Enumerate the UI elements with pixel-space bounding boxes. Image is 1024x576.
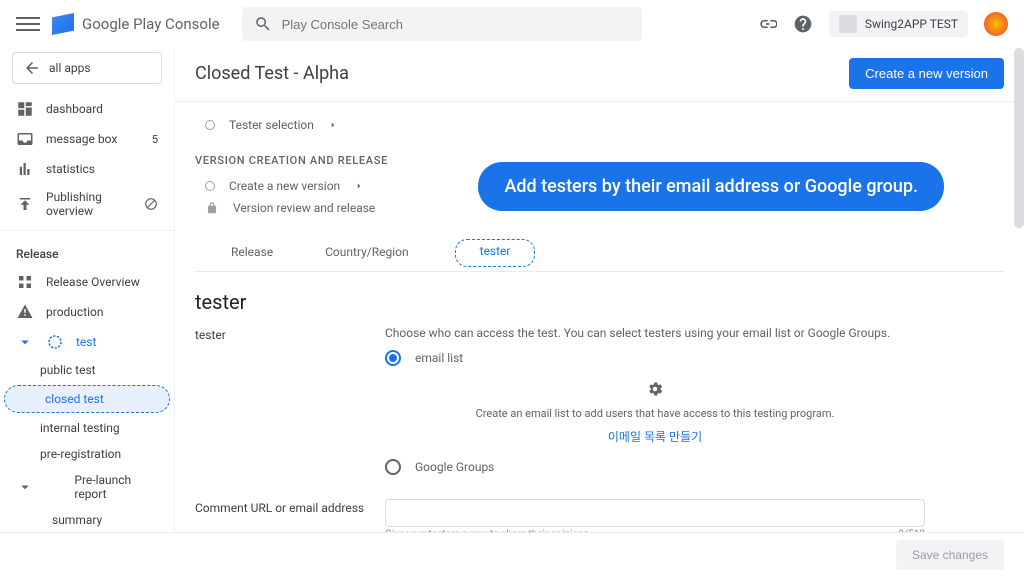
search-icon: [254, 15, 272, 33]
nav-internal-testing[interactable]: internal testing: [0, 415, 174, 441]
create-list-text: Create an email list to add users that h…: [385, 407, 925, 420]
all-apps-label: all apps: [49, 61, 91, 75]
radio-unchecked-icon: [385, 459, 401, 475]
tab-release[interactable]: Release: [225, 235, 279, 271]
nav-public-test[interactable]: public test: [0, 357, 174, 383]
app-name: Swing2APP TEST: [865, 17, 958, 31]
chevron-right-icon: [354, 181, 364, 191]
arrow-left-icon: [23, 59, 41, 77]
menu-icon[interactable]: [16, 12, 40, 36]
all-apps-button[interactable]: all apps: [12, 52, 162, 84]
inbox-icon: [16, 130, 34, 148]
search-input[interactable]: [282, 17, 630, 32]
annotation-callout: Add testers by their email address or Go…: [478, 162, 944, 211]
nav-closed-test[interactable]: closed test: [4, 385, 170, 413]
nav-release-overview[interactable]: Release Overview: [0, 267, 174, 297]
tabs: Release Country/Region tester: [195, 235, 1004, 272]
brand-text: Google Play Console: [82, 15, 220, 33]
disabled-icon: [144, 197, 158, 211]
scrollbar[interactable]: [1014, 48, 1024, 228]
radio-email-list[interactable]: email list: [385, 350, 925, 366]
search-input-wrap[interactable]: [242, 7, 642, 41]
nav-pre-registration[interactable]: pre-registration: [0, 441, 174, 467]
dashboard-icon: [16, 100, 34, 118]
step-circle-icon: [205, 181, 215, 191]
lock-icon: [205, 201, 219, 215]
step-circle-icon: [205, 120, 215, 130]
nav-statistics[interactable]: statistics: [0, 154, 174, 184]
footer: Save changes: [0, 532, 1024, 576]
chevron-right-icon: [328, 120, 338, 130]
nav-dashboard[interactable]: dashboard: [0, 94, 174, 124]
chevron-down-icon: [16, 478, 34, 496]
message-count: 5: [152, 133, 158, 146]
release-section-label: Release: [0, 237, 174, 267]
test-icon: [46, 333, 64, 351]
save-button[interactable]: Save changes: [896, 540, 1004, 570]
tab-country[interactable]: Country/Region: [319, 235, 415, 271]
sidebar: all apps dashboard message box 5 statist…: [0, 48, 175, 576]
overview-icon: [16, 273, 34, 291]
publish-icon: [16, 195, 34, 213]
nav-production[interactable]: production: [0, 297, 174, 327]
help-icon[interactable]: [793, 14, 813, 34]
stats-icon: [16, 160, 34, 178]
app-icon: [839, 15, 857, 33]
create-version-button[interactable]: Create a new version: [849, 58, 1004, 89]
nav-message-box[interactable]: message box 5: [0, 124, 174, 154]
link-icon[interactable]: [757, 14, 777, 34]
nav-publishing[interactable]: Publishing overview: [0, 184, 174, 224]
tester-description: Choose who can access the test. You can …: [385, 326, 925, 340]
app-selector[interactable]: Swing2APP TEST: [829, 11, 968, 37]
step-tester-selection[interactable]: Tester selection: [195, 114, 1004, 136]
radio-checked-icon: [385, 350, 401, 366]
tab-tester[interactable]: tester: [455, 239, 536, 267]
page-title: Closed Test - Alpha: [195, 63, 349, 84]
brand: Google Play Console: [52, 13, 220, 35]
account-avatar[interactable]: [984, 12, 1008, 36]
create-list-link[interactable]: 이메일 목록 만들기: [385, 428, 925, 445]
main: Closed Test - Alpha Create a new version…: [175, 48, 1024, 576]
play-logo-icon: [52, 13, 74, 35]
nav-test[interactable]: test: [0, 327, 174, 357]
nav-pre-launch[interactable]: Pre-launch report: [0, 467, 174, 507]
comment-input[interactable]: [385, 499, 925, 527]
gear-icon: [646, 380, 664, 398]
chevron-down-icon: [16, 333, 34, 351]
nav-pl-summary[interactable]: summary: [0, 507, 174, 533]
tester-heading: tester: [195, 290, 1004, 314]
radio-google-groups[interactable]: Google Groups: [385, 459, 925, 475]
production-icon: [16, 303, 34, 321]
tester-label: tester: [195, 326, 365, 485]
